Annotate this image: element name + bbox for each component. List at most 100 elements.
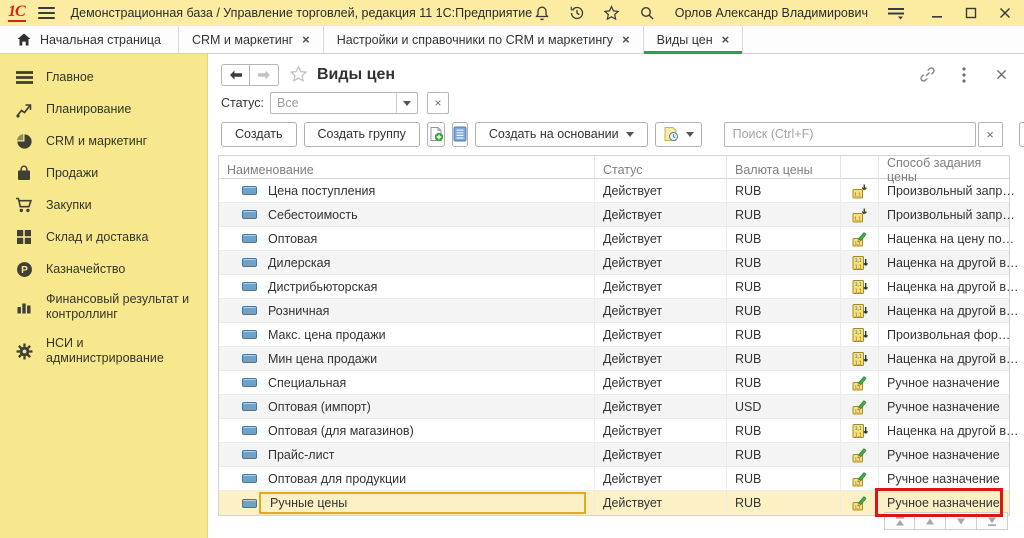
current-user[interactable]: Орлов Александр Владимирович: [675, 6, 868, 20]
price-type-currency: RUB: [727, 227, 841, 250]
table-row[interactable]: Дилерская Действует RUB 1,11,1 Наценка н…: [219, 251, 1009, 275]
move-bottom-button[interactable]: [977, 512, 1008, 530]
get-link-icon[interactable]: [918, 66, 936, 84]
query-icon: 1,1: [852, 183, 868, 199]
price-type-status: Действует: [595, 419, 727, 442]
tab-close-icon[interactable]: ×: [722, 33, 730, 46]
sidebar-item-planning[interactable]: Планирование: [0, 93, 207, 125]
tab-home[interactable]: Начальная страница: [0, 26, 179, 53]
tab-crm-settings[interactable]: Настройки и справочники по CRM и маркети…: [324, 26, 644, 53]
arrow-left-icon: [229, 70, 243, 80]
more-button[interactable]: Еще: [1019, 122, 1024, 147]
add-new-item-button[interactable]: [427, 122, 445, 147]
price-type-currency: RUB: [727, 443, 841, 466]
sidebar-item-label: Главное: [46, 70, 94, 85]
create-button[interactable]: Создать: [221, 122, 297, 147]
add-favorite-star-icon[interactable]: [288, 65, 308, 85]
price-type-name: Оптовая (для магазинов): [268, 424, 414, 438]
price-type-name: Макс. цена продажи: [268, 328, 386, 342]
svg-text:1,1: 1,1: [854, 288, 861, 294]
grid-icon: [15, 228, 33, 246]
sidebar-item-warehouse[interactable]: Склад и доставка: [0, 221, 207, 253]
price-type-currency: RUB: [727, 275, 841, 298]
document-history-dropdown-button[interactable]: [655, 122, 702, 147]
table-row[interactable]: Розничная Действует RUB 1,11,1 Наценка н…: [219, 299, 1009, 323]
forward-button[interactable]: [250, 64, 279, 86]
price-type-status: Действует: [595, 491, 727, 515]
back-button[interactable]: [221, 64, 250, 86]
move-down-button[interactable]: [946, 512, 977, 530]
query-icon: 1,1: [852, 207, 868, 223]
price-type-name: Розничная: [268, 304, 329, 318]
tab-home-label: Начальная страница: [40, 33, 161, 47]
combobox-dropdown-icon[interactable]: [396, 93, 417, 113]
tab-close-icon[interactable]: ×: [622, 33, 630, 46]
table-row[interactable]: Оптовая для продукции Действует RUB 1,1 …: [219, 467, 1009, 491]
more-menu-dots-icon[interactable]: [955, 66, 973, 84]
table-row[interactable]: Дистрибьюторская Действует RUB 1,11,1 На…: [219, 275, 1009, 299]
tab-close-icon[interactable]: ×: [302, 33, 310, 46]
manual-icon: 1,1: [852, 375, 868, 391]
price-type-method: Ручное назначение: [887, 472, 1000, 486]
table-row[interactable]: Оптовая (для магазинов) Действует RUB 1,…: [219, 419, 1009, 443]
create-based-on-button[interactable]: Создать на основании: [475, 122, 648, 147]
sidebar-item-crm[interactable]: CRM и маркетинг: [0, 125, 207, 157]
list-view-button[interactable]: [452, 122, 468, 147]
price-type-method: Наценка на другой в…: [887, 304, 1019, 318]
sidebar-item-main[interactable]: Главное: [0, 61, 207, 93]
search-icon[interactable]: [638, 4, 656, 22]
search-input[interactable]: [724, 122, 976, 147]
triangle-up-icon: [924, 516, 936, 527]
favorites-star-icon[interactable]: [603, 4, 621, 22]
settings-menu-icon[interactable]: [887, 4, 905, 22]
maximize-icon[interactable]: [962, 4, 980, 22]
gear-icon: [15, 342, 33, 360]
sidebar-item-purchases[interactable]: Закупки: [0, 189, 207, 221]
tab-crm[interactable]: CRM и маркетинг ×: [179, 26, 324, 53]
price-type-currency: USD: [727, 395, 841, 418]
price-type-status: Действует: [595, 275, 727, 298]
create-group-button[interactable]: Создать группу: [304, 122, 420, 147]
tab-price-types[interactable]: Виды цен ×: [644, 26, 744, 53]
svg-text:1,1: 1,1: [854, 312, 861, 318]
sidebar-item-admin[interactable]: НСИ и администрирование: [0, 329, 207, 373]
table-row[interactable]: Цена поступления Действует RUB 1,1 Произ…: [219, 179, 1009, 203]
table-row[interactable]: Себестоимость Действует RUB 1,1 Произвол…: [219, 203, 1009, 227]
list-icon: [453, 126, 467, 142]
history-icon[interactable]: [568, 4, 586, 22]
main-menu-icon[interactable]: [38, 7, 55, 19]
svg-text:1,1: 1,1: [854, 354, 861, 360]
close-panel-icon[interactable]: [992, 66, 1010, 84]
status-filter-label: Статус:: [221, 96, 264, 110]
table-row[interactable]: Макс. цена продажи Действует RUB 1,11,1 …: [219, 323, 1009, 347]
search-clear-icon[interactable]: ×: [978, 122, 1003, 147]
table-row[interactable]: Оптовая Действует RUB 1,1 Наценка на цен…: [219, 227, 1009, 251]
table-row[interactable]: Прайс-лист Действует RUB 1,1 Ручное назн…: [219, 443, 1009, 467]
table-header: Наименование Статус Валюта цены Способ з…: [219, 156, 1009, 179]
sidebar-item-label: Планирование: [46, 102, 131, 117]
tab-label: Настройки и справочники по CRM и маркети…: [337, 33, 613, 47]
new-document-plus-icon: [428, 126, 444, 142]
status-filter-combobox[interactable]: Все: [270, 92, 418, 114]
sidebar-item-treasury[interactable]: Р Казначейство: [0, 253, 207, 285]
sidebar-item-label: Казначейство: [46, 262, 125, 277]
sidebar-item-finance[interactable]: Финансовый результат и контроллинг: [0, 285, 207, 329]
sidebar-item-sales[interactable]: Продажи: [0, 157, 207, 189]
manual-icon: 1,1: [852, 447, 868, 463]
move-top-button[interactable]: [884, 512, 915, 530]
close-window-icon[interactable]: [996, 4, 1014, 22]
pie-chart-icon: [15, 132, 33, 150]
table-row[interactable]: Специальная Действует RUB 1,1 Ручное наз…: [219, 371, 1009, 395]
triangle-down-icon: [955, 516, 967, 527]
table-row[interactable]: Оптовая (импорт) Действует USD 1,1 Ручно…: [219, 395, 1009, 419]
price-type-method: Ручное назначение: [887, 400, 1000, 414]
table-row[interactable]: Мин цена продажи Действует RUB 1,11,1 На…: [219, 347, 1009, 371]
price-type-item-icon: [242, 426, 257, 435]
manual-icon: 1,1: [852, 231, 868, 247]
markup-icon: 1,11,1: [852, 351, 868, 367]
move-up-button[interactable]: [915, 512, 946, 530]
status-filter-clear-icon[interactable]: ×: [427, 92, 449, 114]
price-type-status: Действует: [595, 251, 727, 274]
notifications-bell-icon[interactable]: [533, 4, 551, 22]
minimize-icon[interactable]: [928, 4, 946, 22]
